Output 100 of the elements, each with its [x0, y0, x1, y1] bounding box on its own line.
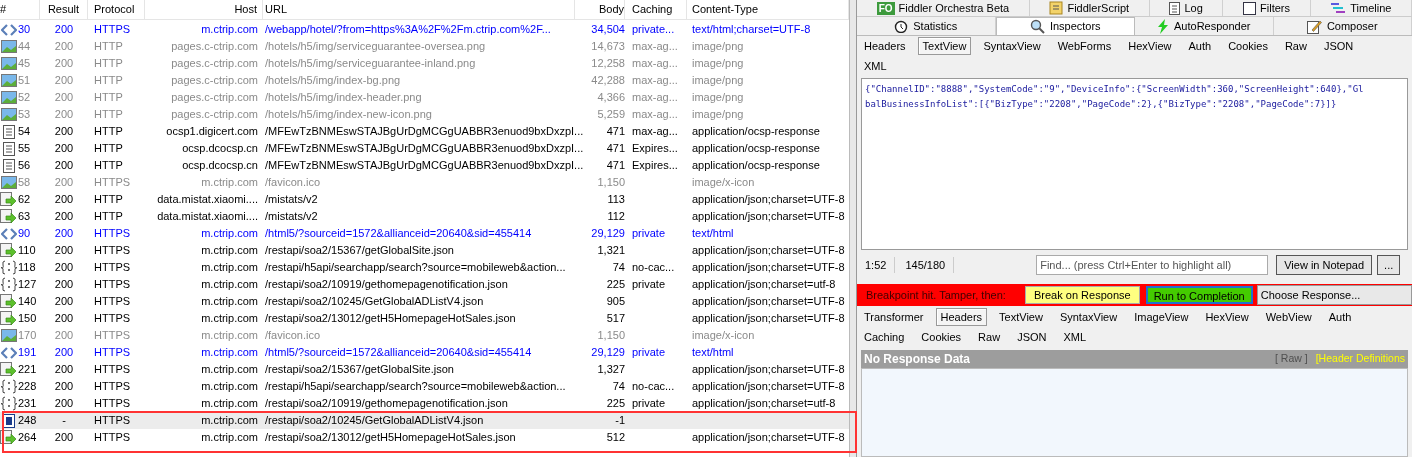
inspector-tab[interactable]: SyntaxView	[1054, 308, 1123, 326]
column-header[interactable]: Result	[40, 0, 88, 19]
inspector-tab[interactable]: ImageView	[1129, 308, 1194, 326]
table-cell: /hotels/h5/img/serviceguarantee-inland.png	[265, 57, 476, 70]
table-cell: 200	[54, 380, 74, 393]
column-header[interactable]: URL	[263, 0, 575, 19]
table-cell: application/json;charset=UTF-8	[692, 210, 845, 223]
table-cell: /restapi/soa2/13012/getH5HomepageHotSales.json	[265, 431, 516, 444]
column-header[interactable]: Host	[145, 0, 263, 19]
tool-tab[interactable]: FiddlerScript	[1029, 0, 1150, 16]
break-on-response-button[interactable]: Break on Response	[1025, 286, 1140, 304]
session-row[interactable]: 45 200 HTTP pages.c-ctrip.com /hotels/h5/img/serviceguarantee-inland.png 12,258 max-ag... image/png	[0, 55, 849, 72]
session-row[interactable]: 228 200 HTTPS m.ctrip.com /restapi/h5api/searchapp/search?source=mobileweb&action... 74 no-cac... application/json;charset=UTF-8	[0, 378, 849, 395]
session-row[interactable]: 264 200 HTTPS m.ctrip.com /restapi/soa2/13012/getH5HomepageHotSales.json 512 application/json;charset=UTF-8	[0, 429, 849, 446]
inspector-tab[interactable]: SyntaxView	[978, 37, 1046, 55]
tool-tab[interactable]: Filters	[1223, 0, 1311, 16]
session-row[interactable]: 110 200 HTTPS m.ctrip.com /restapi/soa2/15367/getGlobalSite.json 1,321 application/json;charset=UTF-8	[0, 242, 849, 259]
column-header[interactable]: #	[0, 0, 40, 19]
tool-tab[interactable]: Timeline	[1310, 0, 1412, 16]
inspector-tab[interactable]: TextView	[994, 308, 1048, 326]
tool-tab[interactable]: FO Fiddler Orchestra Beta	[857, 0, 1030, 16]
find-field[interactable]: Find... (press Ctrl+Enter to highlight all)	[1036, 255, 1269, 275]
session-row[interactable]: 170 200 HTTPS m.ctrip.com /favicon.ico 1,150 image/x-icon	[0, 327, 849, 344]
inspector-tab[interactable]: Auth	[1323, 308, 1357, 326]
session-row[interactable]: 63 200 HTTP data.mistat.xiaomi.... /mistats/v2 112 application/json;charset=UTF-8	[0, 208, 849, 225]
table-cell: application/json;charset=utf-8	[692, 397, 836, 410]
braces-icon	[0, 277, 17, 292]
session-row[interactable]: 191 200 HTTPS m.ctrip.com /html5/?sourceid=1572&allianceid=20640&sid=455414 29,129 private text/html	[0, 344, 849, 361]
table-cell: /restapi/h5api/searchapp/search?source=mobileweb&action...	[265, 261, 566, 274]
inspector-tab[interactable]: WebForms	[1052, 37, 1117, 55]
session-row[interactable]: 55 200 HTTP ocsp.dcocsp.cn /MFEwTzBNMEswSTAJBgUrDgMCGgUABBR3enuod9bxDxzpI... 471 Expires... application/ocsp-response	[0, 140, 849, 157]
inspector-tab[interactable]: XML	[859, 57, 892, 75]
choose-response-dropdown[interactable]: Choose Response...	[1256, 285, 1412, 305]
table-cell: m.ctrip.com	[201, 261, 258, 274]
column-header[interactable]: Body	[575, 0, 625, 19]
table-cell: application/ocsp-response	[692, 125, 820, 138]
main-tab[interactable]: Statistics	[857, 17, 996, 35]
inspector-tab[interactable]: JSON	[1318, 37, 1359, 55]
session-row[interactable]: 44 200 HTTP pages.c-ctrip.com /hotels/h5/img/serviceguarantee-oversea.png 14,673 max-ag... image/png	[0, 38, 849, 55]
session-row[interactable]: 221 200 HTTPS m.ctrip.com /restapi/soa2/15367/getGlobalSite.json 1,327 application/json;charset=UTF-8	[0, 361, 849, 378]
table-cell-text: 248	[18, 413, 37, 429]
main-tab[interactable]: AutoResponder	[1135, 17, 1274, 35]
inspector-tab[interactable]: Headers	[859, 37, 911, 55]
session-row[interactable]: 90 200 HTTPS m.ctrip.com /html5/?sourceid=1572&allianceid=20640&sid=455414 29,129 private text/html	[0, 225, 849, 242]
table-cell: /restapi/soa2/10245/GetGlobalADListV4.json	[265, 414, 484, 427]
column-header[interactable]: Protocol	[88, 0, 145, 19]
inspector-tab[interactable]: WebView	[1260, 308, 1317, 326]
session-row[interactable]: 58 200 HTTPS m.ctrip.com /favicon.ico 1,150 image/x-icon	[0, 174, 849, 191]
inspector-tab[interactable]: Auth	[1183, 37, 1217, 55]
table-cell: /hotels/h5/img/index-new-icon.png	[265, 108, 432, 121]
session-row[interactable]: 127 200 HTTPS m.ctrip.com /restapi/soa2/10919/gethomepagenotification.json 225 private application/json;charset=utf-8	[0, 276, 849, 293]
run-to-completion-button[interactable]: Run to Completion	[1145, 286, 1253, 304]
session-row[interactable]: 62 200 HTTP data.mistat.xiaomi.... /mistats/v2 113 application/json;charset=UTF-8	[0, 191, 849, 208]
table-cell: HTTPS	[94, 278, 131, 291]
table-cell: image/png	[692, 91, 744, 104]
session-row[interactable]: 150 200 HTTPS m.ctrip.com /restapi/soa2/13012/getH5HomepageHotSales.json 517 application/json;charset=UTF-8	[0, 310, 849, 327]
view-in-notepad-button[interactable]: View in Notepad	[1276, 255, 1373, 275]
session-row[interactable]: 51 200 HTTP pages.c-ctrip.com /hotels/h5/img/index-bg.png 42,288 max-ag... image/png	[0, 72, 849, 89]
request-text-area[interactable]: {"ChannelID":"8888","SystemCode":"9","DeviceInfo":{"ScreenWidth":360,"ScreenHeight":640},"Gl balBusinessInfoList":[{"BizType":"2208","PageCode":2},{"BizType":"2208","PageCode":7}]}	[861, 78, 1408, 250]
session-row[interactable]: 53 200 HTTP pages.c-ctrip.com /hotels/h5/img/index-new-icon.png 5,259 max-ag... image/png	[0, 106, 849, 123]
inspector-tab[interactable]: HexView	[1200, 308, 1254, 326]
main-tab[interactable]: Composer	[1273, 17, 1412, 35]
inspector-tab[interactable]: JSON	[1012, 328, 1052, 346]
session-row[interactable]: 118 200 HTTPS m.ctrip.com /restapi/h5api/searchapp/search?source=mobileweb&action... 74 no-cac... application/json;charset=UTF-8	[0, 259, 849, 276]
lightning-icon	[1157, 18, 1169, 34]
table-cell: m.ctrip.com	[201, 23, 258, 36]
table-cell: m.ctrip.com	[201, 397, 258, 410]
table-cell: m.ctrip.com	[201, 176, 258, 189]
session-row[interactable]: 140 200 HTTPS m.ctrip.com /restapi/soa2/10245/GetGlobalADListV4.json 905 application/json;charset=UTF-8	[0, 293, 849, 310]
table-cell: HTTPS	[94, 363, 131, 376]
session-row[interactable]: 30 200 HTTPS m.ctrip.com /webapp/hotel/?from=https%3A%2F%2Fm.ctrip.com%2F... 34,504 private... text/html;charset=UTF-8	[0, 21, 849, 38]
session-row[interactable]: 56 200 HTTP ocsp.dcocsp.cn /MFEwTzBNMEswSTAJBgUrDgMCGgUABBR3enuod9bxDxzpI... 471 Expires... application/ocsp-response	[0, 157, 849, 174]
table-cell: private	[632, 227, 666, 240]
inspector-tab[interactable]: Headers	[935, 308, 988, 326]
table-cell-text: 56	[18, 158, 31, 174]
inspector-tab[interactable]: Cookies	[916, 328, 967, 346]
inspector-tab[interactable]: TextView	[917, 37, 972, 55]
inspector-tab[interactable]: HexView	[1123, 37, 1177, 55]
table-cell: 74	[612, 380, 625, 393]
table-cell: HTTPS	[94, 312, 131, 325]
table-cell: ocsp.dcocsp.cn	[182, 142, 258, 155]
main-tab[interactable]: Inspectors	[995, 17, 1135, 35]
inspector-tab[interactable]: Cookies	[1223, 37, 1273, 55]
inspector-tab[interactable]: Raw	[1279, 37, 1312, 55]
inspector-tab[interactable]: Transformer	[859, 308, 929, 326]
scrollbar[interactable]	[849, 0, 856, 457]
inspector-tab[interactable]: Raw	[973, 328, 1006, 346]
table-cell: 471	[606, 159, 625, 172]
column-header[interactable]: Caching	[625, 0, 687, 19]
table-cell: 200	[54, 74, 74, 87]
session-row[interactable]: 54 200 HTTP ocsp1.digicert.com /MFEwTzBNMEswSTAJBgUrDgMCGgUABBR3enuod9bxDxzpI... 471 max-ag... application/ocsp-response	[0, 123, 849, 140]
inspector-tab[interactable]: Caching	[859, 328, 910, 346]
tool-tab[interactable]: Log	[1149, 0, 1224, 16]
image-icon	[0, 91, 17, 104]
inspector-tab[interactable]: XML	[1058, 328, 1092, 346]
session-row[interactable]: 52 200 HTTP pages.c-ctrip.com /hotels/h5/img/index-header.png 4,366 max-ag... image/png	[0, 89, 849, 106]
more-button[interactable]: ...	[1377, 255, 1401, 275]
text-line: {"ChannelID":"8888","SystemCode":"9","DeviceInfo":{"ScreenWidth":360,"ScreenHeight":640},"Gl	[865, 83, 1364, 96]
image-icon	[0, 40, 17, 53]
session-row[interactable]: 231 200 HTTPS m.ctrip.com /restapi/soa2/10919/gethomepagenotification.json 225 private application/json;charset=utf-8	[0, 395, 849, 412]
